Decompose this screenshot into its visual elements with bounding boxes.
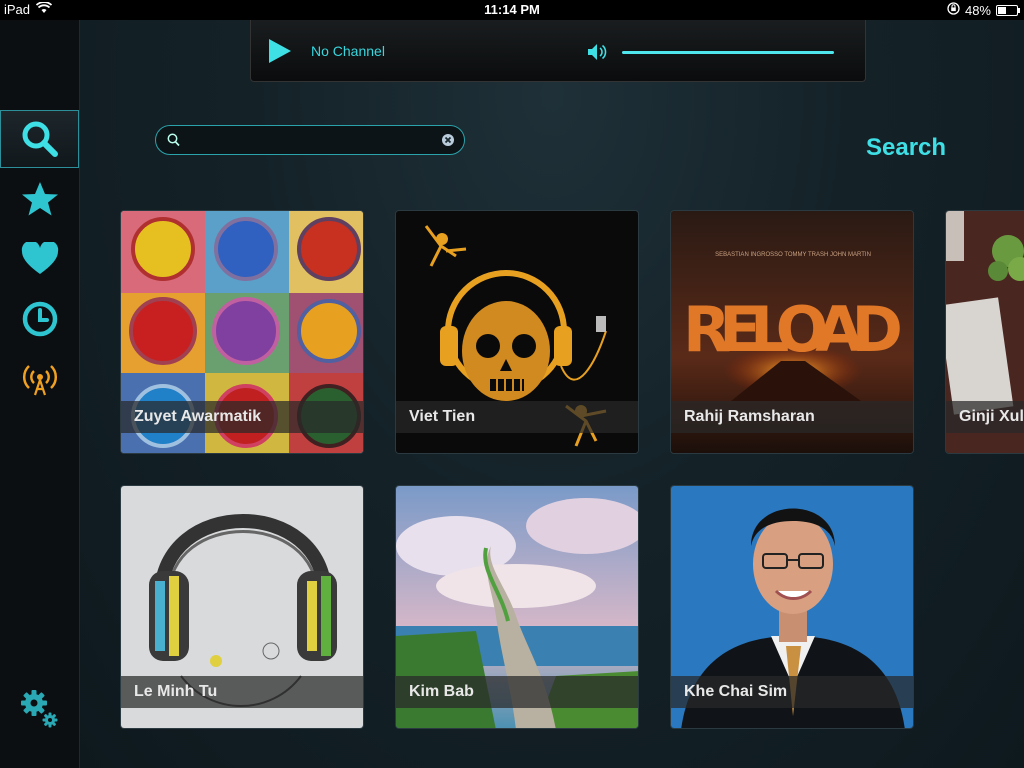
sidebar-item-broadcast[interactable] — [0, 350, 79, 408]
status-time: 11:14 PM — [484, 2, 540, 17]
rotation-lock-icon — [947, 2, 960, 18]
settings-button[interactable] — [0, 680, 79, 738]
volume-slider-fill — [622, 51, 834, 54]
result-card[interactable]: Viet Tien — [395, 210, 639, 454]
play-button[interactable] — [267, 38, 293, 69]
battery-percent: 48% — [964, 2, 991, 18]
star-icon — [21, 181, 59, 217]
channel-name: No Channel — [311, 43, 385, 59]
result-card[interactable]: Zuyet Awarmatik — [120, 210, 364, 454]
search-field — [155, 125, 465, 155]
result-card[interactable]: Khe Chai Sim — [670, 485, 914, 729]
search-icon — [20, 119, 60, 159]
search-button[interactable]: Search — [866, 134, 946, 162]
result-card-title: Le Minh Tu — [121, 676, 363, 708]
volume-slider[interactable] — [622, 51, 834, 54]
sidebar-item-history[interactable] — [0, 290, 79, 348]
clock-icon — [22, 301, 58, 337]
result-card-title: Kim Bab — [396, 676, 638, 708]
speaker-icon — [587, 43, 609, 66]
result-card[interactable]: SEBASTIAN INGROSSO TOMMY TRASH JOHN MART… — [670, 210, 914, 454]
broadcast-icon — [22, 361, 58, 397]
result-card-title: Khe Chai Sim — [671, 676, 913, 708]
now-playing-bar: No Channel — [250, 20, 866, 82]
result-card[interactable]: Kim Bab — [395, 485, 639, 729]
art-artists-text: SEBASTIAN INGROSSO TOMMY TRASH JOHN MART… — [715, 252, 871, 258]
result-card-title: Ginji Xul — [946, 401, 1024, 433]
heart-icon — [21, 242, 59, 276]
clear-search-button[interactable] — [441, 133, 455, 152]
art-title-text: RELOAD — [683, 293, 903, 366]
sidebar-item-search[interactable] — [0, 110, 79, 168]
battery-icon — [996, 4, 1020, 16]
play-icon — [267, 39, 293, 68]
result-card[interactable]: Ginji Xul — [945, 210, 1024, 454]
result-card-title: Viet Tien — [396, 401, 638, 433]
gear-icon — [18, 687, 62, 731]
status-bar: iPad 11:14 PM 48% — [0, 0, 1024, 20]
search-input[interactable] — [184, 129, 438, 153]
sidebar — [0, 20, 80, 768]
result-card[interactable]: Le Minh Tu — [120, 485, 364, 729]
sidebar-item-favorites[interactable] — [0, 170, 79, 228]
result-card-title: Rahij Ramsharan — [671, 401, 913, 433]
result-card-title: Zuyet Awarmatik — [121, 401, 363, 433]
sidebar-item-loved[interactable] — [0, 230, 79, 288]
search-icon — [167, 133, 180, 152]
